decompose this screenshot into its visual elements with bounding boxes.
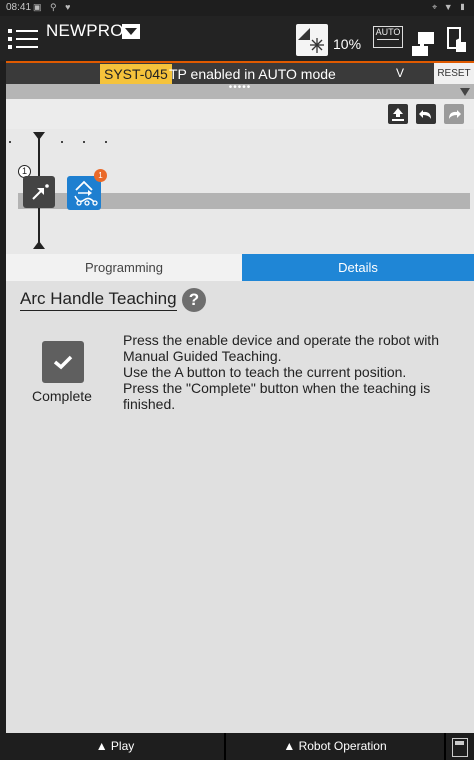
speed-override[interactable]: 10% (333, 36, 361, 52)
redo-icon (449, 110, 461, 119)
laser-button[interactable] (296, 24, 328, 56)
warning-badge: 1 (94, 169, 107, 182)
timeline-end-marker (33, 241, 45, 249)
bottom-bar: ▲ Play ▲ Robot Operation (6, 733, 474, 760)
teach-pendant-icon[interactable] (410, 28, 436, 58)
divider (444, 733, 446, 760)
instruction-line: Use the A button to teach the current po… (123, 364, 407, 380)
redo-button[interactable] (444, 104, 464, 124)
alarm-message: TP enabled in AUTO mode (169, 66, 336, 82)
menu-button[interactable] (8, 26, 38, 52)
alarm-code: SYST-045 (100, 64, 172, 84)
instructions-text: Press the enable device and operate the … (123, 332, 468, 412)
alarm-expand-icon[interactable]: V (396, 66, 404, 80)
laser-icon (298, 28, 324, 53)
help-button[interactable]: ? (182, 288, 206, 312)
move-arrow-icon (32, 184, 49, 200)
undo-icon (419, 110, 431, 119)
play-button[interactable]: ▲ Play (6, 733, 224, 760)
view-tabs: Programming Details (6, 254, 474, 281)
program-toolbar (6, 99, 474, 129)
system-icons: ⌖ ▼ ▮ (432, 2, 468, 12)
clock: 08:41 (6, 2, 32, 13)
panel-title: Arc Handle Teaching (20, 289, 177, 311)
instruction-line: Press the "Complete" button when the tea… (123, 380, 431, 412)
app-header: NEWPROG 10% AUTO (0, 16, 474, 61)
notification-icons: ▣ ⚲ ♥ (33, 2, 74, 12)
move-command-block[interactable] (23, 176, 55, 208)
complete-button[interactable] (42, 341, 84, 383)
timeline-start-marker (33, 132, 45, 140)
save-icon[interactable] (452, 738, 468, 757)
timeline-tick (9, 141, 11, 143)
timeline-tick (83, 141, 85, 143)
tab-programming[interactable]: Programming (6, 254, 242, 281)
tab-details[interactable]: Details (242, 254, 474, 281)
auto-mode-label: AUTO (375, 27, 401, 37)
grip-dots: ••••• (228, 82, 252, 93)
program-dropdown-button[interactable] (122, 24, 140, 39)
complete-label: Complete (32, 388, 92, 404)
checkmark-icon (53, 355, 73, 370)
touch-icon[interactable] (446, 26, 468, 54)
robot-operation-button[interactable]: ▲ Robot Operation (226, 733, 444, 760)
timeline-tick (61, 141, 63, 143)
upload-button[interactable] (388, 104, 408, 124)
arc-weld-icon (74, 180, 98, 206)
details-panel: Arc Handle Teaching ? Complete Press the… (6, 281, 474, 733)
panel-resize-handle[interactable]: ••••• (6, 82, 474, 99)
program-timeline[interactable]: 1 1 (6, 129, 474, 254)
instruction-line: Press the enable device and operate the … (123, 332, 439, 364)
timeline-tick (105, 141, 107, 143)
alarm-bar[interactable]: SYST-045 TP enabled in AUTO mode V RESET (6, 61, 474, 84)
auto-mode-icon[interactable]: AUTO (373, 26, 403, 48)
menu-icon (8, 29, 12, 33)
reset-button[interactable]: RESET (434, 63, 474, 84)
undo-button[interactable] (416, 104, 436, 124)
arc-handle-command-block[interactable] (67, 176, 101, 210)
system-status-bar: 08:41 ▣ ⚲ ♥ ⌖ ▼ ▮ (0, 0, 474, 16)
collapse-arrow-icon[interactable] (460, 88, 470, 96)
upload-icon (392, 108, 404, 121)
